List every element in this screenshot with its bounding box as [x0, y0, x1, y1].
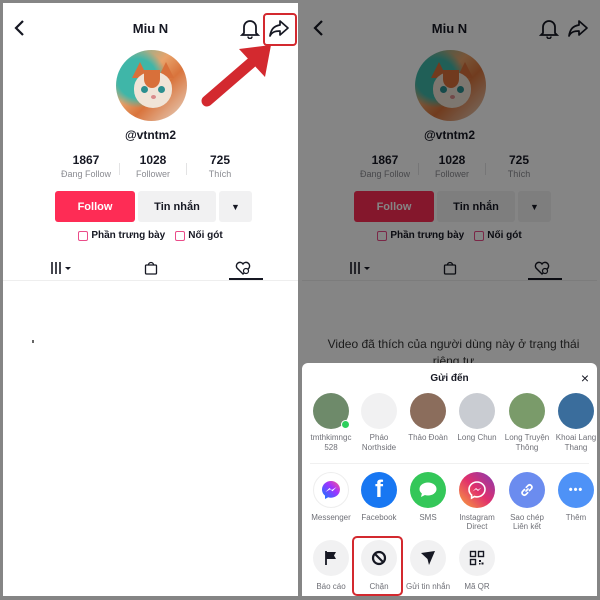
app-label: Thêm	[565, 513, 587, 522]
instagram-direct-icon	[459, 472, 495, 508]
facebook-icon: f	[361, 472, 397, 508]
stat-label: Đang Follow	[60, 169, 112, 179]
action-label: Báo cáo	[316, 582, 346, 591]
contact-avatar	[410, 393, 446, 429]
showcase-bag-icon	[78, 230, 89, 241]
app-label: Instagram Direct	[459, 513, 495, 531]
contact-avatar	[361, 393, 397, 429]
stat-value: 725	[209, 153, 231, 167]
share-instagram-direct[interactable]: Instagram Direct	[452, 472, 502, 531]
contact-item[interactable]: Long Truyện Thông	[502, 393, 552, 453]
profile-screen-right: Miu N @vtntm2 1867 Đang Follow 1028 Foll…	[302, 3, 597, 596]
follow-button[interactable]: Follow	[55, 191, 135, 222]
send-message-icon	[410, 540, 446, 576]
contact-item[interactable]: Long Chun	[452, 393, 502, 443]
duet-link[interactable]: Nối gót	[175, 230, 223, 241]
divider	[310, 463, 589, 464]
share-button-highlight	[263, 13, 297, 46]
link-label: Nối gót	[188, 230, 223, 241]
tab-videos[interactable]	[31, 257, 91, 279]
app-label: Sao chép Liên kết	[510, 513, 544, 531]
contact-avatar	[509, 393, 545, 429]
share-facebook[interactable]: f Facebook	[354, 472, 404, 522]
share-copy-link[interactable]: Sao chép Liên kết	[502, 472, 552, 531]
stat-value: 1867	[72, 153, 100, 167]
stat-label: Thích	[208, 169, 232, 179]
stats-row: 1867 Đang Follow 1028 Follower 725 Thích	[53, 153, 253, 183]
action-label: Gửi tin nhắn	[405, 582, 451, 591]
more-dropdown-button[interactable]: ▼	[219, 191, 252, 222]
qr-code-icon	[459, 540, 495, 576]
close-icon[interactable]: ×	[581, 370, 589, 386]
tab-liked[interactable]	[213, 257, 273, 279]
send-message-button[interactable]: Gửi tin nhắn	[403, 540, 453, 591]
messenger-icon	[313, 472, 349, 508]
block-button-highlight	[352, 536, 403, 596]
contact-name: Long Truyện Thông	[504, 433, 550, 452]
share-sms[interactable]: SMS	[403, 472, 453, 522]
stat-followers[interactable]: 1028 Follower	[120, 153, 186, 183]
share-sheet-title: Gửi đến	[430, 373, 469, 384]
action-label: Mã QR	[464, 582, 490, 591]
active-tab-indicator	[229, 278, 263, 280]
contact-name: tmthkimngc 528	[310, 433, 352, 452]
bell-icon[interactable]	[240, 17, 260, 39]
username: @vtntm2	[124, 128, 177, 142]
app-label: Messenger	[311, 513, 351, 522]
share-sheet: Gửi đến × tmthkimngc 528 Pháo Northside …	[302, 363, 597, 596]
content-tabs	[3, 255, 298, 281]
tutorial-stage: Miu N @vtntm2 1867 Đang Follow 1028 Foll…	[0, 0, 600, 600]
avatar	[116, 50, 187, 121]
link-label: Phần trưng bày	[91, 230, 166, 241]
stat-value: 1028	[139, 153, 167, 167]
stat-following[interactable]: 1867 Đang Follow	[53, 153, 119, 183]
share-messenger[interactable]: Messenger	[306, 472, 356, 522]
profile-links: Phần trưng bày Nối gót	[3, 230, 298, 241]
contact-name: Pháo Northside	[361, 433, 397, 452]
showcase-link[interactable]: Phần trưng bày	[78, 230, 165, 241]
contact-avatar	[459, 393, 495, 429]
contact-avatar	[313, 393, 350, 429]
copy-link-icon	[509, 472, 545, 508]
liked-videos-icon	[235, 261, 251, 275]
share-apps-row: Messenger f Facebook SMS Instagram Direc…	[306, 472, 597, 532]
pointer-arrow-icon	[201, 45, 271, 107]
contact-item[interactable]: Pháo Northside	[354, 393, 404, 453]
app-label: Facebook	[361, 513, 397, 522]
qr-code-button[interactable]: Mã QR	[452, 540, 502, 591]
flag-icon	[313, 540, 349, 576]
contact-item[interactable]: tmthkimngc 528	[306, 393, 356, 453]
stat-likes[interactable]: 725 Thích	[187, 153, 253, 183]
loading-dot	[32, 340, 34, 343]
camera-icon	[175, 230, 186, 241]
share-actions-row: Báo cáo Chặn Gửi tin nhắn Mã QR	[306, 540, 597, 596]
contact-name: Long Chun	[457, 433, 497, 442]
message-button[interactable]: Tin nhắn	[138, 191, 216, 222]
share-more[interactable]: ••• Thêm	[551, 472, 597, 522]
app-label: SMS	[419, 513, 437, 522]
contact-item[interactable]: Khoai Lang Thang	[551, 393, 597, 453]
stat-label: Follower	[135, 169, 170, 179]
contact-name: Khoai Lang Thang	[555, 433, 597, 452]
more-dots-icon: •••	[558, 472, 594, 508]
videos-grid-icon	[51, 262, 71, 274]
shop-bag-icon	[144, 261, 158, 275]
sms-icon	[410, 472, 446, 508]
contact-avatar	[558, 393, 594, 429]
contacts-row: tmthkimngc 528 Pháo Northside Thảo Đoàn …	[306, 393, 597, 463]
online-indicator	[341, 420, 350, 429]
contact-name: Thảo Đoàn	[408, 433, 448, 442]
report-button[interactable]: Báo cáo	[306, 540, 356, 591]
contact-item[interactable]: Thảo Đoàn	[403, 393, 453, 443]
profile-screen-left: Miu N @vtntm2 1867 Đang Follow 1028 Foll…	[3, 3, 298, 596]
tab-shop[interactable]	[121, 257, 181, 279]
